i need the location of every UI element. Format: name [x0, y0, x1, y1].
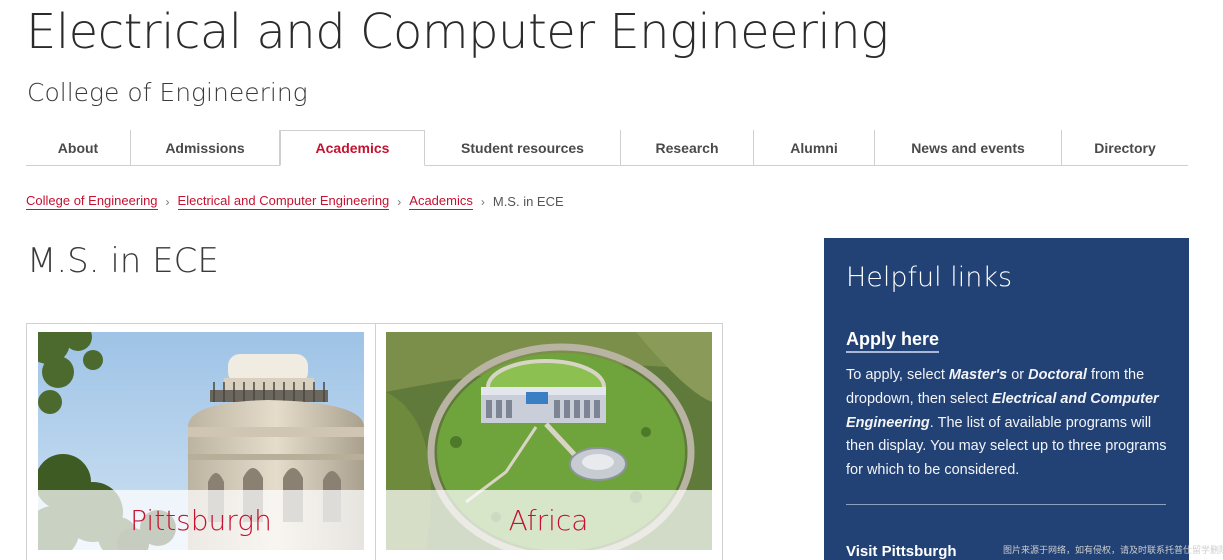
africa-campus-aerial-photo: Africa: [385, 332, 712, 550]
sidebar-divider: [846, 504, 1166, 505]
site-title[interactable]: Electrical and Computer Engineering: [26, 4, 889, 60]
breadcrumb-separator: ›: [397, 194, 402, 209]
nav-news-and-events[interactable]: News and events: [875, 130, 1062, 165]
campus-card-africa-label[interactable]: Africa: [385, 490, 712, 550]
nav-about[interactable]: About: [26, 130, 131, 165]
breadcrumb: College of Engineering › Electrical and …: [26, 193, 564, 210]
breadcrumb-academics[interactable]: Academics: [409, 193, 473, 210]
page-title: M.S. in ECE: [27, 241, 219, 281]
college-name[interactable]: College of Engineering: [27, 78, 308, 107]
nav-research[interactable]: Research: [621, 130, 754, 165]
apply-instructions: To apply, select Master's or Doctoral fr…: [846, 367, 1167, 479]
nav-academics[interactable]: Academics: [280, 130, 425, 166]
breadcrumb-current: M.S. in ECE: [492, 194, 564, 209]
campus-card-pittsburgh[interactable]: Pittsburgh: [27, 324, 375, 560]
nav-alumni[interactable]: Alumni: [754, 130, 875, 165]
campus-cards: Pittsburgh Africa: [26, 323, 723, 560]
nav-student-resources[interactable]: Student resources: [425, 130, 621, 165]
helpful-links-title: Helpful links: [846, 262, 1013, 293]
helpful-links-panel: Helpful links Apply here To apply, selec…: [824, 238, 1189, 560]
breadcrumb-separator: ›: [165, 194, 170, 209]
campus-card-africa[interactable]: Africa: [374, 324, 723, 560]
pittsburgh-tower-photo: Pittsburgh: [38, 332, 364, 550]
breadcrumb-department[interactable]: Electrical and Computer Engineering: [177, 193, 390, 210]
nav-directory[interactable]: Directory: [1062, 130, 1188, 165]
apply-here-link[interactable]: Apply here: [846, 329, 940, 353]
image-source-watermark: 图片来源于网络，如有侵权，请及时联系托普仕留学删除: [1003, 546, 1223, 556]
breadcrumb-separator: ›: [480, 194, 485, 209]
nav-admissions[interactable]: Admissions: [131, 130, 280, 165]
breadcrumb-college[interactable]: College of Engineering: [26, 193, 158, 210]
main-nav: About Admissions Academics Student resou…: [26, 130, 1188, 166]
campus-card-pittsburgh-label[interactable]: Pittsburgh: [38, 490, 364, 550]
visit-pittsburgh-link[interactable]: Visit Pittsburgh: [846, 543, 957, 560]
